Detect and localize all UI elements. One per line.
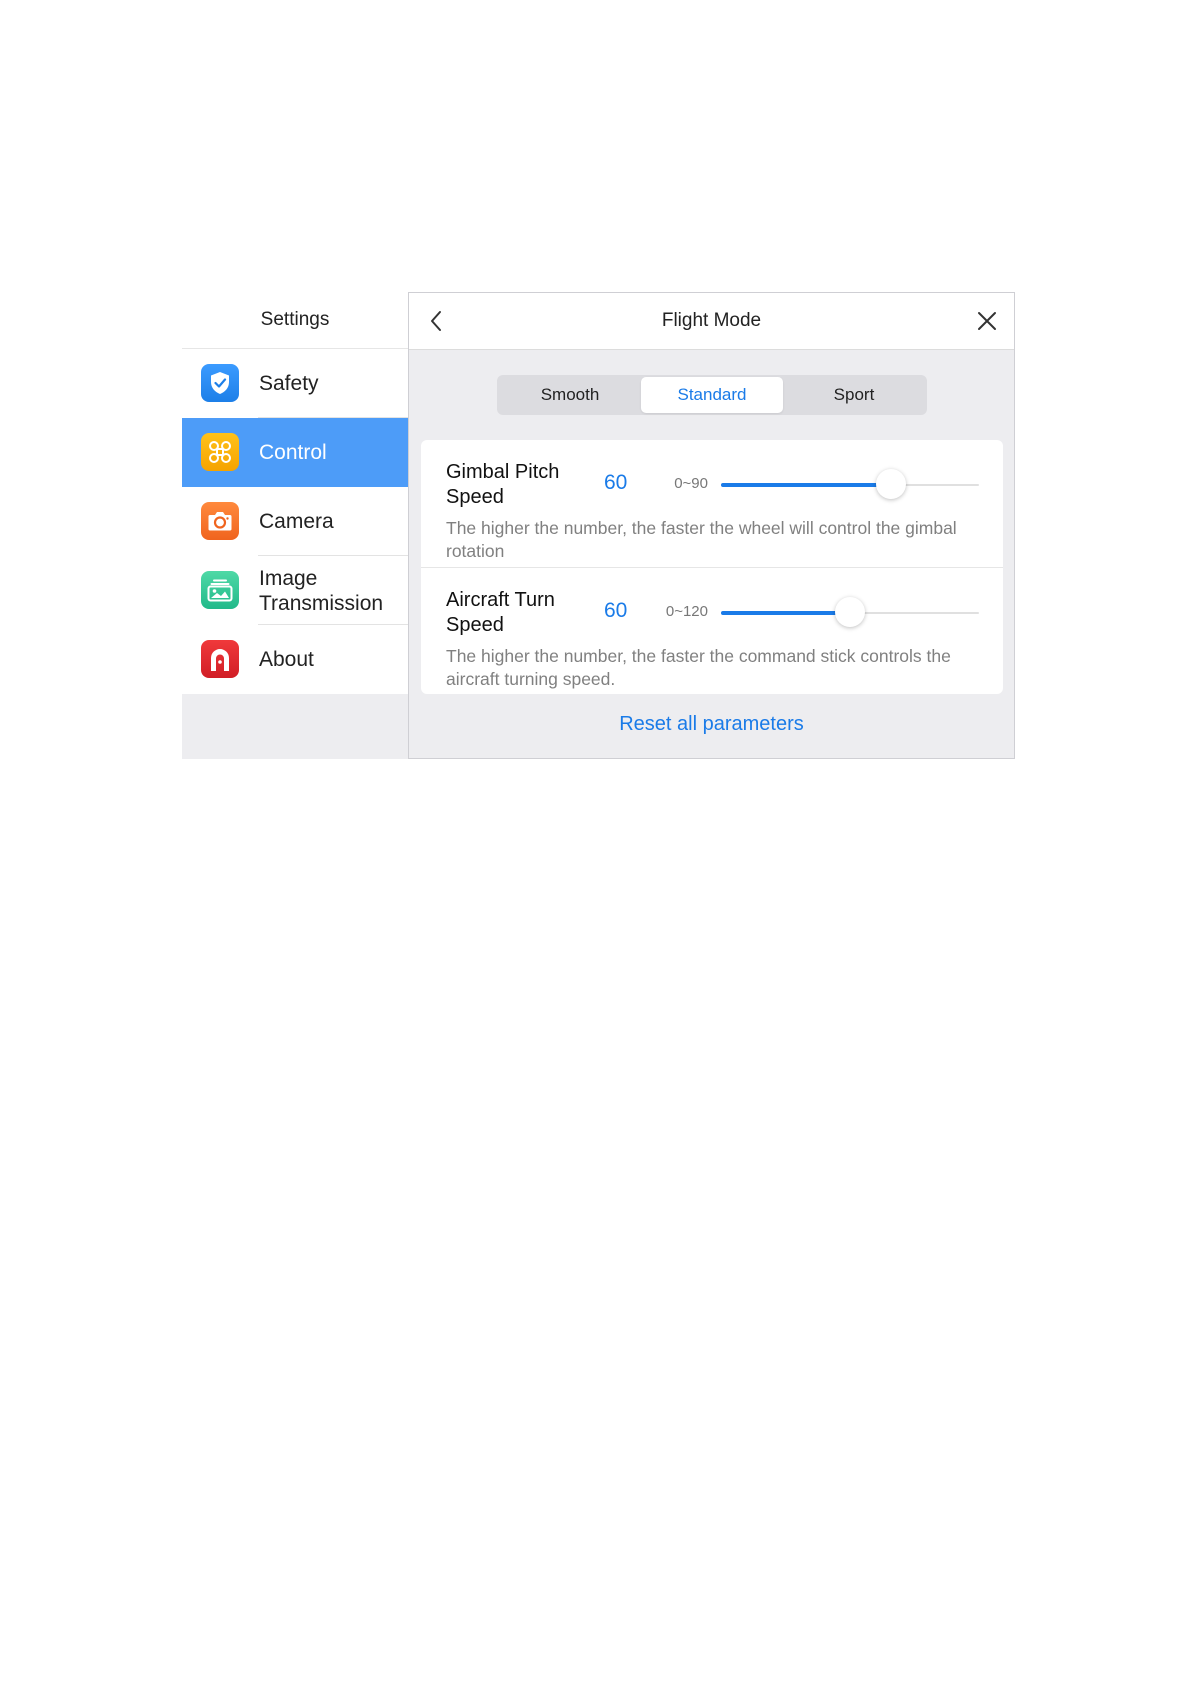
sidebar-title: Settings [182,292,408,349]
slider-fill [721,483,892,487]
page: Settings Safety Control Camera Image Tra… [0,0,1191,1684]
sidebar-item-label: Image Transmission [259,566,384,615]
flight-mode-selector: Smooth Standard Sport [497,375,927,415]
flight-mode-panel: Flight Mode Smooth Standard Sport Gimbal… [408,292,1015,759]
setting-range: 0~120 [665,603,708,620]
settings-card: Gimbal Pitch Speed 60 0~90 The higher th… [421,440,1003,694]
gimbal-pitch-speed-slider[interactable] [721,469,979,499]
sidebar-item-control[interactable]: Control [182,418,408,487]
setting-name: Gimbal Pitch Speed [446,461,560,508]
sidebar-item-safety[interactable]: Safety [182,349,408,418]
setting-range: 0~90 [674,475,708,492]
mode-sport-button[interactable]: Sport [783,377,925,413]
setting-description: The higher the number, the faster the co… [446,646,951,689]
sidebar-list: Safety Control Camera Image Transmission… [182,349,408,694]
settings-sidebar: Settings Safety Control Camera Image Tra… [182,292,408,759]
camera-icon [201,502,239,540]
reset-all-parameters-link[interactable]: Reset all parameters [409,713,1014,736]
sidebar-item-about[interactable]: About [182,625,408,694]
mode-standard-button[interactable]: Standard [641,377,783,413]
close-icon[interactable] [974,308,1000,334]
panel-header: Flight Mode [409,293,1014,350]
slider-thumb[interactable] [876,469,907,499]
image-icon [201,571,239,609]
setting-description: The higher the number, the faster the wh… [446,518,957,561]
sidebar-item-image-transmission[interactable]: Image Transmission [182,556,408,625]
shield-check-icon [201,364,239,402]
aircraft-turn-speed-slider[interactable] [721,597,979,627]
sidebar-item-label: About [259,648,314,671]
slider-fill [721,611,850,615]
sidebar-item-label: Control [259,441,327,464]
setting-row-gimbal-pitch-speed: Gimbal Pitch Speed 60 0~90 The higher th… [421,440,1003,567]
setting-value[interactable]: 60 [604,599,627,623]
mode-smooth-button[interactable]: Smooth [499,377,641,413]
slider-thumb[interactable] [835,597,865,627]
sidebar-item-label: Camera [259,510,334,533]
setting-value[interactable]: 60 [604,471,627,495]
sidebar-item-camera[interactable]: Camera [182,487,408,556]
drone-icon [201,433,239,471]
setting-name: Aircraft Turn Speed [446,589,555,636]
about-logo-icon [201,640,239,678]
sidebar-item-label: Safety [259,372,319,395]
setting-row-aircraft-turn-speed: Aircraft Turn Speed 60 0~120 The higher … [421,567,1003,694]
page-title: Flight Mode [661,310,762,331]
